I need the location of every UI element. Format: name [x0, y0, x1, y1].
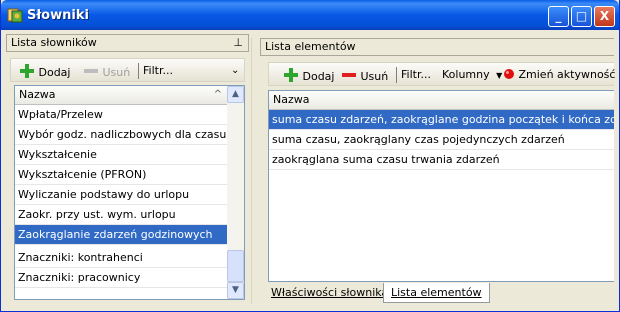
scroll-up-icon[interactable]: ▲ — [227, 86, 244, 103]
filter-elements-button[interactable]: Filtr... — [401, 67, 431, 83]
add-element-label: Dodaj — [302, 70, 335, 83]
table-row-selected[interactable]: suma czasu zdarzeń, zaokrąglane godzina … — [269, 110, 614, 130]
dictionaries-panel-title: Lista słowników — [11, 36, 97, 49]
tab-elements-list[interactable]: Lista elementów — [383, 283, 490, 303]
red-dot-icon — [504, 69, 514, 79]
remove-element-button[interactable]: Usuń — [341, 67, 388, 83]
sort-ascending-icon: ^ — [213, 89, 222, 100]
minimize-button[interactable]: _ — [548, 6, 569, 27]
list-item[interactable]: Wykształcenie (PFRON) — [15, 165, 227, 185]
filter-elements-label: Filtr... — [401, 68, 431, 81]
columns-label: Kolumny — [442, 68, 490, 81]
maximize-icon: □ — [575, 9, 588, 23]
filter-dictionaries-button[interactable]: Filtr... — [143, 63, 173, 79]
dictionaries-grid: Nazwa ^ Wpłata/Przelew Wybór godz. nadli… — [14, 85, 245, 300]
elements-panel: Lista elementów Dodaj Usuń Filtr... Kolu… — [260, 38, 615, 304]
plus-icon — [20, 64, 34, 78]
elements-toolbar: Dodaj Usuń Filtr... Kolumny ▼ Zmień akty… — [268, 62, 615, 86]
dictionaries-rows: Wpłata/Przelew Wybór godz. nadliczbowych… — [15, 105, 227, 299]
name-column-label: Nazwa — [19, 88, 56, 101]
table-row[interactable]: zaokrąglana suma czasu trwania zdarzeń — [269, 150, 614, 170]
scroll-thumb[interactable] — [227, 250, 244, 282]
list-item[interactable]: Znaczniki: pracownicy — [15, 268, 227, 288]
list-item[interactable]: Wyliczanie podstawy do urlopu — [15, 185, 227, 205]
add-dictionary-button[interactable]: Dodaj — [19, 63, 70, 79]
close-icon: X — [599, 9, 610, 23]
app-icon — [7, 8, 23, 23]
pin-icon[interactable]: ⊥ — [233, 35, 243, 51]
list-item[interactable]: Wpłata/Przelew — [15, 105, 227, 125]
toggle-active-button[interactable]: Zmień aktywność — [503, 67, 615, 83]
name-column-header[interactable]: Nazwa — [269, 91, 614, 110]
dictionaries-panel-header: Lista słowników ⊥ — [6, 34, 249, 52]
list-item[interactable]: Wybór godz. nadliczbowych dla czasu w... — [15, 125, 227, 145]
remove-dictionary-button[interactable]: Usuń — [83, 63, 130, 79]
toggle-active-label: Zmień aktywność — [518, 68, 616, 81]
add-element-button[interactable]: Dodaj — [283, 67, 334, 83]
list-item[interactable]: Znaczniki: kontrahenci — [15, 248, 227, 268]
toolbar-overflow-icon[interactable]: ⌄ — [231, 63, 239, 79]
dictionaries-window: Słowniki _ □ X Lista słowników ⊥ Dodaj U… — [0, 0, 620, 312]
table-row[interactable]: suma czasu, zaokrąglany czas pojedynczyc… — [269, 130, 614, 150]
close-button[interactable]: X — [594, 6, 615, 27]
minus-icon — [342, 73, 356, 77]
dictionaries-panel: Lista słowników ⊥ Dodaj Usuń Filtr... ⌄ — [6, 34, 249, 304]
tab-dictionary-properties[interactable]: Właściwości słownika — [264, 283, 395, 303]
plus-icon — [284, 68, 298, 82]
list-item-selected[interactable]: Zaokrąglanie zdarzeń godzinowych — [15, 225, 227, 245]
panel-splitter[interactable] — [251, 38, 258, 304]
list-item[interactable]: Wykształcenie — [15, 145, 227, 165]
toolbar-separator — [396, 67, 397, 83]
maximize-button[interactable]: □ — [571, 6, 592, 27]
minus-icon — [84, 69, 98, 73]
name-column-label: Nazwa — [273, 93, 310, 106]
tab-strip: Właściwości słownika Lista elementów — [260, 283, 614, 304]
minimize-icon: _ — [555, 9, 562, 23]
remove-dictionary-label: Usuń — [102, 66, 131, 79]
name-column-header[interactable]: Nazwa ^ — [15, 86, 227, 105]
list-item[interactable]: Zaokr. przy ust. wym. urlopu — [15, 205, 227, 225]
window-title: Słowniki — [27, 8, 89, 23]
elements-panel-title: Lista elementów — [265, 40, 356, 53]
scroll-down-icon[interactable]: ▼ — [227, 282, 244, 299]
dictionaries-toolbar: Dodaj Usuń Filtr... ⌄ — [10, 58, 245, 82]
chevron-down-icon: ▼ — [496, 71, 503, 80]
toolbar-separator — [138, 63, 139, 79]
remove-element-label: Usuń — [360, 70, 389, 83]
add-dictionary-label: Dodaj — [38, 66, 71, 79]
filter-dictionaries-label: Filtr... — [143, 64, 173, 77]
elements-panel-header: Lista elementów — [260, 38, 614, 56]
elements-grid: Nazwa suma czasu zdarzeń, zaokrąglane go… — [268, 90, 614, 282]
dictionaries-scrollbar[interactable]: ▲ ▼ — [227, 86, 244, 299]
title-bar[interactable]: Słowniki _ □ X — [1, 0, 619, 30]
columns-dropdown-button[interactable]: Kolumny ▼ — [442, 67, 502, 83]
